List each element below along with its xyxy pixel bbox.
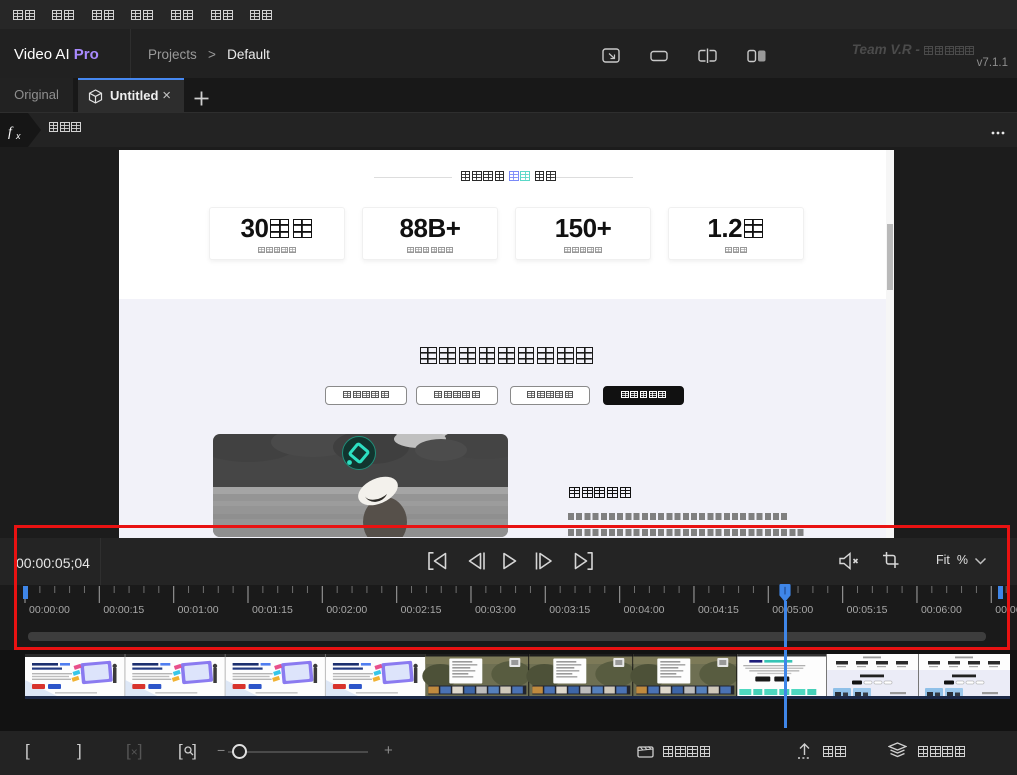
svg-text:x: x <box>15 131 21 141</box>
